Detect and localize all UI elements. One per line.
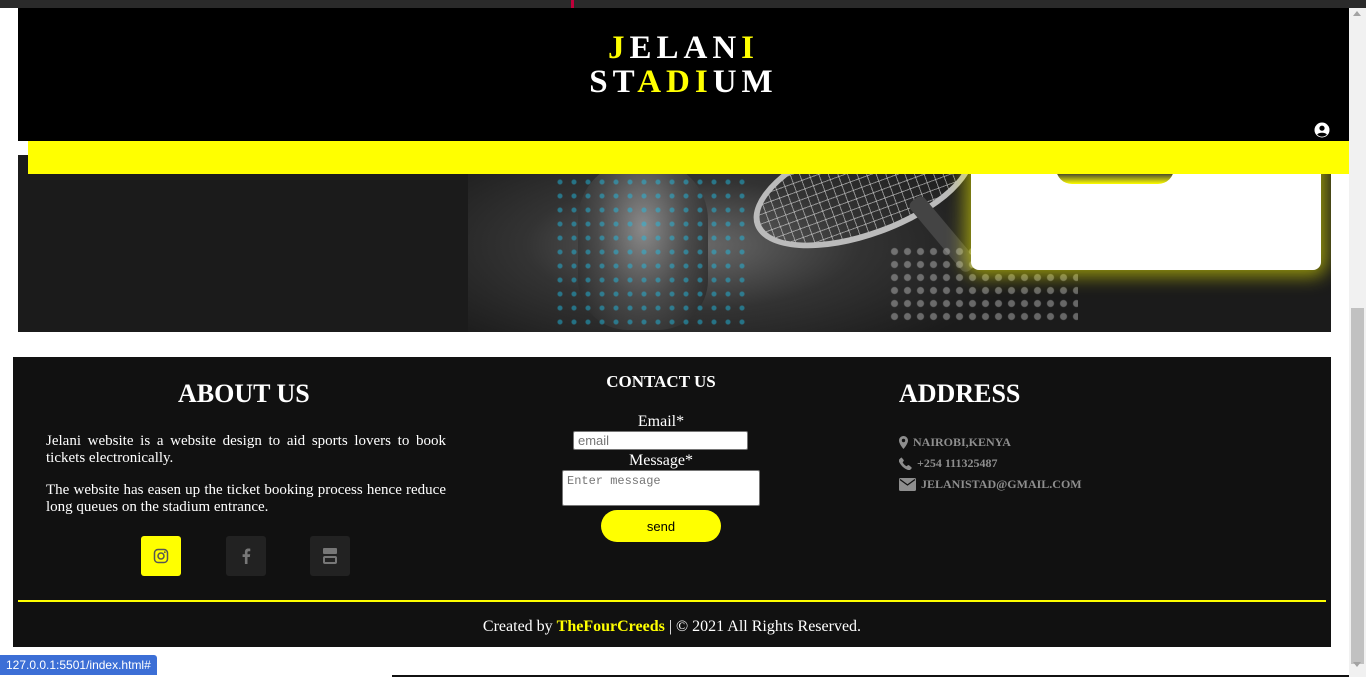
logo-letters: ELAN [629, 30, 742, 66]
envelope-icon [899, 478, 916, 491]
logo-letters: ST [589, 64, 638, 100]
hero-banner [18, 155, 1331, 332]
address-location: NAIROBI,KENYA [899, 435, 1011, 450]
email-field[interactable] [573, 431, 748, 450]
scrollbar[interactable] [1349, 8, 1366, 677]
youtube-button[interactable] [310, 536, 350, 576]
logo-letters: ADI [637, 64, 713, 100]
location-text: NAIROBI,KENYA [913, 435, 1011, 449]
created-by-text: Created by [482, 618, 553, 635]
phone-text: +254 111325487 [917, 456, 998, 470]
brand-link[interactable]: TheFourCreeds [557, 618, 665, 635]
send-button[interactable]: send [601, 510, 721, 542]
nav-bar [28, 141, 1349, 174]
instagram-button[interactable] [141, 536, 181, 576]
scrollbar-thumb[interactable] [1351, 308, 1364, 664]
logo-line-1[interactable]: JELANI [18, 30, 1349, 67]
email-text[interactable]: JELANISTAD@GMAIL.COM [921, 477, 1082, 492]
message-field[interactable] [562, 470, 760, 506]
address-title: ADDRESS [899, 379, 1021, 408]
status-bar-url: 127.0.0.1:5501/index.html# [0, 655, 157, 675]
hex-pattern [553, 175, 753, 325]
logo-letter: I [741, 30, 760, 66]
tab-accent [571, 0, 574, 8]
site-header: JELANI STADIUM [18, 8, 1349, 141]
youtube-icon [323, 548, 337, 564]
scroll-up-icon[interactable] [1353, 11, 1361, 16]
about-title: ABOUT US [178, 379, 310, 408]
browser-top-strip [0, 0, 1366, 8]
about-paragraph-1: Jelani website is a website design to ai… [46, 433, 446, 466]
facebook-button[interactable] [226, 536, 266, 576]
footer-divider [18, 600, 1326, 602]
user-circle-icon[interactable] [1314, 122, 1330, 138]
scroll-down-icon[interactable] [1353, 662, 1361, 667]
logo-letter: J [607, 30, 630, 66]
about-paragraph-2: The website has easen up the ticket book… [46, 482, 446, 515]
email-label: Email* [637, 413, 685, 430]
copyright: Created by TheFourCreeds | © 2021 All Ri… [13, 618, 1331, 636]
facebook-icon [242, 548, 251, 564]
logo-line-2[interactable]: STADIUM [18, 64, 1349, 101]
logo-letters: UM [712, 64, 778, 100]
map-marker-icon [899, 436, 908, 449]
address-phone: +254 111325487 [899, 456, 998, 471]
contact-title: CONTACT US [606, 372, 716, 391]
instagram-icon [153, 548, 169, 564]
phone-icon [899, 457, 912, 470]
message-label: Message* [629, 452, 693, 469]
site-footer: ABOUT US Jelani website is a website des… [13, 357, 1331, 647]
address-email: JELANISTAD@GMAIL.COM [899, 477, 1082, 492]
rights-text: | © 2021 All Rights Reserved. [668, 618, 862, 635]
